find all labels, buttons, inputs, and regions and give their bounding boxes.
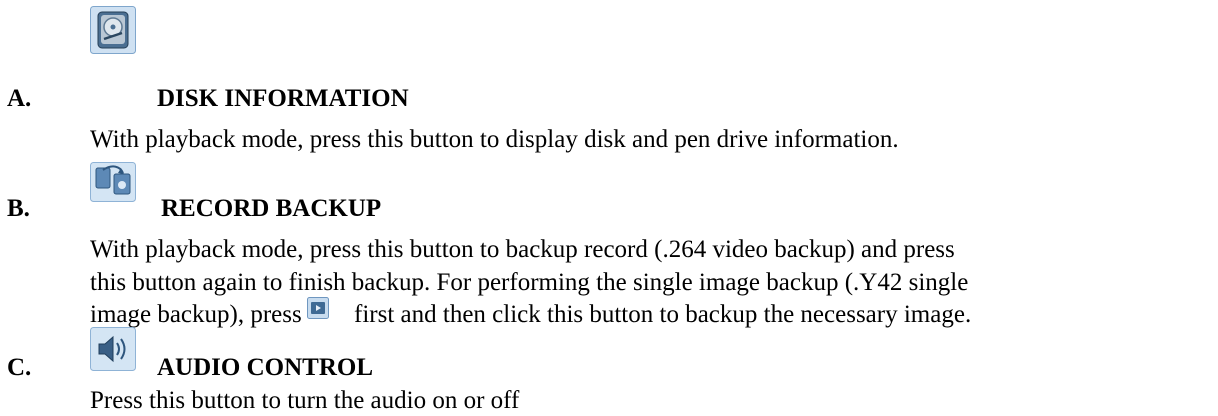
section-title-disk-information: DISK INFORMATION xyxy=(157,85,409,112)
section-description-line: this button again to finish backup. For … xyxy=(90,269,969,296)
section-description-line-start: image backup), press xyxy=(90,301,302,328)
section-description-line-end: first and then click this button to back… xyxy=(354,301,972,328)
record-backup-icon xyxy=(90,162,136,202)
section-letter-a: A. xyxy=(7,85,32,112)
section-letter-b: B. xyxy=(7,195,30,222)
section-title-audio-control: AUDIO CONTROL xyxy=(157,354,373,381)
section-title-record-backup: RECORD BACKUP xyxy=(161,195,382,222)
snapshot-icon xyxy=(307,297,329,319)
section-description-line: With playback mode, press this button to… xyxy=(90,126,899,153)
audio-control-icon xyxy=(90,327,136,371)
section-description-line: With playback mode, press this button to… xyxy=(90,236,955,263)
disk-information-icon xyxy=(90,6,136,54)
section-description-line: Press this button to turn the audio on o… xyxy=(90,387,520,414)
section-letter-c: C. xyxy=(7,354,32,381)
